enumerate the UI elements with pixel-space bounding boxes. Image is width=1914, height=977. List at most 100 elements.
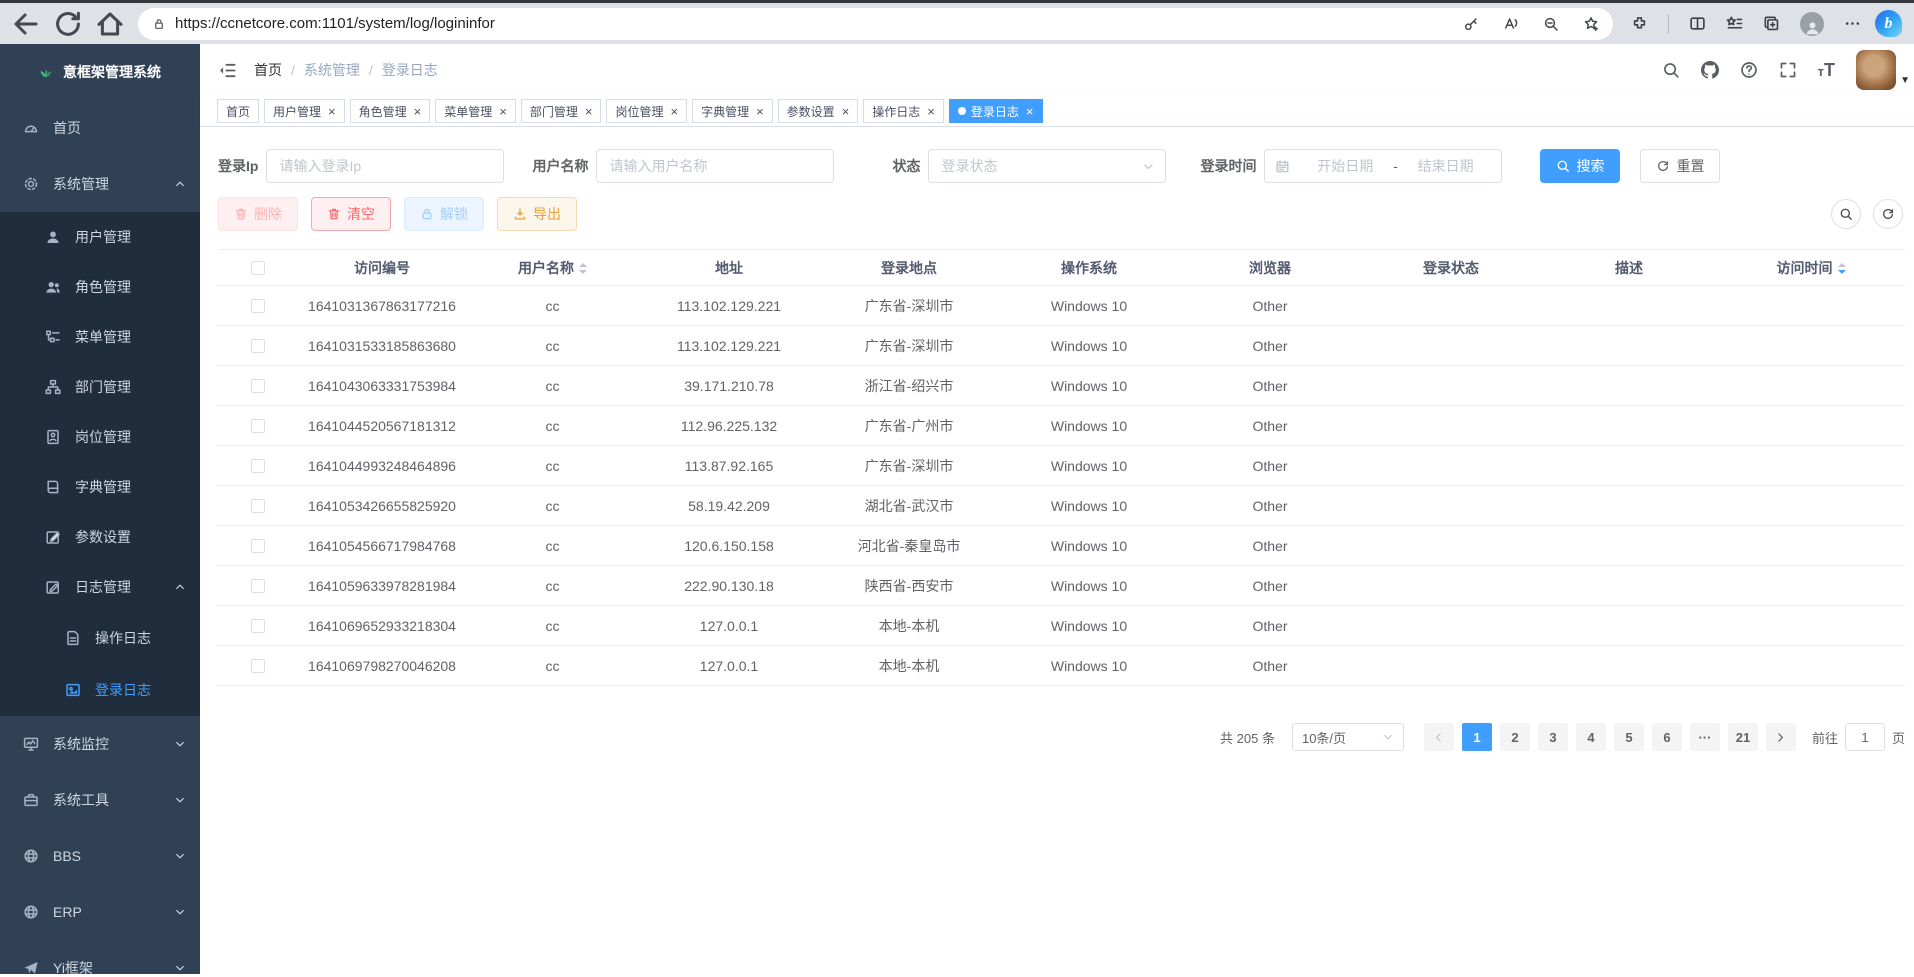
cell-desc	[1541, 366, 1717, 406]
unlock-button[interactable]: 解锁	[404, 197, 484, 231]
goto-page-input[interactable]	[1845, 723, 1885, 751]
page-1[interactable]: 1	[1462, 723, 1492, 751]
sidebar-item-yi-framework[interactable]: Yi框架	[0, 940, 200, 974]
browser-home-icon[interactable]	[94, 8, 126, 40]
app-logo[interactable]: 意框架管理系统	[0, 44, 200, 100]
sort-caret-icon[interactable]	[579, 263, 587, 274]
delete-button[interactable]: 删除	[218, 197, 298, 231]
sidebar-item-param-settings[interactable]: 参数设置	[0, 512, 200, 562]
copilot-icon[interactable]: b	[1875, 10, 1902, 37]
row-checkbox[interactable]	[251, 419, 265, 433]
tab-用户管理[interactable]: 用户管理×	[264, 99, 345, 123]
close-icon[interactable]: ×	[756, 105, 764, 118]
sidebar-item-operation-log[interactable]: 操作日志	[0, 612, 200, 664]
browser-more-icon[interactable]	[1844, 15, 1861, 32]
sidebar-item-sys-monitor[interactable]: 系统监控	[0, 716, 200, 772]
sidebar-item-bbs[interactable]: BBS	[0, 828, 200, 884]
zoom-out-icon[interactable]	[1543, 16, 1559, 32]
password-key-icon[interactable]	[1463, 16, 1479, 32]
tab-参数设置[interactable]: 参数设置×	[778, 99, 859, 123]
help-icon[interactable]	[1740, 61, 1758, 79]
page-4[interactable]: 4	[1576, 723, 1606, 751]
tab-首页[interactable]: 首页	[217, 99, 259, 123]
tab-部门管理[interactable]: 部门管理×	[521, 99, 602, 123]
sidebar-item-dept-mgmt[interactable]: 部门管理	[0, 362, 200, 412]
sidebar-item-post-mgmt[interactable]: 岗位管理	[0, 412, 200, 462]
close-icon[interactable]: ×	[1026, 105, 1034, 118]
sort-caret-icon[interactable]	[1838, 263, 1846, 274]
row-checkbox[interactable]	[251, 539, 265, 553]
page-2[interactable]: 2	[1500, 723, 1530, 751]
close-icon[interactable]: ×	[585, 105, 593, 118]
login-time-range-picker[interactable]: 开始日期 - 结束日期	[1264, 149, 1502, 183]
collections-icon[interactable]	[1763, 15, 1780, 32]
browser-back-icon[interactable]	[10, 8, 42, 40]
tab-岗位管理[interactable]: 岗位管理×	[606, 99, 687, 123]
tab-字典管理[interactable]: 字典管理×	[692, 99, 773, 123]
export-button[interactable]: 导出	[497, 197, 577, 231]
next-page-button[interactable]	[1766, 723, 1796, 751]
tab-登录日志[interactable]: 登录日志×	[949, 99, 1043, 123]
sidebar-item-role-mgmt[interactable]: 角色管理	[0, 262, 200, 312]
address-bar[interactable]: https://ccnetcore.com:1101/system/log/lo…	[138, 8, 1613, 40]
search-button[interactable]: 搜索	[1540, 149, 1620, 183]
fullscreen-icon[interactable]	[1779, 61, 1797, 79]
row-checkbox[interactable]	[251, 499, 265, 513]
split-screen-icon[interactable]	[1689, 15, 1706, 32]
close-icon[interactable]: ×	[927, 105, 935, 118]
sidebar-item-system-mgmt[interactable]: 系统管理	[0, 156, 200, 212]
close-icon[interactable]: ×	[670, 105, 678, 118]
prev-page-button[interactable]	[1424, 723, 1454, 751]
row-checkbox[interactable]	[251, 339, 265, 353]
sidebar-item-user-mgmt[interactable]: 用户管理	[0, 212, 200, 262]
close-icon[interactable]: ×	[842, 105, 850, 118]
page-3[interactable]: 3	[1538, 723, 1568, 751]
login-ip-input[interactable]	[266, 149, 504, 183]
header-search-icon[interactable]	[1662, 61, 1680, 79]
page-5[interactable]: 5	[1614, 723, 1644, 751]
pagination-ellipsis[interactable]: ···	[1690, 723, 1720, 751]
tab-角色管理[interactable]: 角色管理×	[350, 99, 431, 123]
row-checkbox[interactable]	[251, 659, 265, 673]
github-icon[interactable]	[1701, 61, 1719, 79]
reset-button[interactable]: 重置	[1640, 149, 1720, 183]
page-21[interactable]: 21	[1728, 723, 1758, 751]
extensions-icon[interactable]	[1631, 15, 1648, 32]
close-icon[interactable]: ×	[414, 105, 422, 118]
toggle-search-button[interactable]	[1831, 199, 1861, 229]
clear-button[interactable]: 清空	[311, 197, 391, 231]
row-checkbox[interactable]	[251, 379, 265, 393]
read-aloud-icon[interactable]	[1503, 16, 1519, 32]
row-checkbox[interactable]	[251, 459, 265, 473]
row-checkbox[interactable]	[251, 299, 265, 313]
tab-操作日志[interactable]: 操作日志×	[863, 99, 944, 123]
select-all-checkbox[interactable]	[251, 261, 265, 275]
sidebar-item-dict-mgmt[interactable]: 字典管理	[0, 462, 200, 512]
sidebar-item-sys-tools[interactable]: 系统工具	[0, 772, 200, 828]
sidebar-item-menu-mgmt[interactable]: 菜单管理	[0, 312, 200, 362]
refresh-table-button[interactable]	[1873, 199, 1903, 229]
user-avatar[interactable]: ▼	[1856, 50, 1896, 90]
site-info-lock-icon[interactable]	[152, 17, 166, 31]
page-6[interactable]: 6	[1652, 723, 1682, 751]
sidebar-item-erp[interactable]: ERP	[0, 884, 200, 940]
tab-菜单管理[interactable]: 菜单管理×	[435, 99, 516, 123]
row-checkbox[interactable]	[251, 619, 265, 633]
browser-reload-icon[interactable]	[52, 8, 84, 40]
sidebar-item-home[interactable]: 首页	[0, 100, 200, 156]
breadcrumb-item[interactable]: 首页	[254, 60, 282, 80]
close-icon[interactable]: ×	[328, 105, 336, 118]
status-select[interactable]: 登录状态	[928, 149, 1166, 183]
close-icon[interactable]: ×	[499, 105, 507, 118]
status-select-placeholder: 登录状态	[941, 156, 997, 176]
sidebar-toggle-icon[interactable]	[218, 61, 237, 80]
page-size-select[interactable]: 10条/页	[1292, 723, 1404, 751]
favorites-bar-icon[interactable]	[1726, 15, 1743, 32]
add-favorite-star-icon[interactable]	[1583, 16, 1599, 32]
sidebar-item-log-mgmt[interactable]: 日志管理	[0, 562, 200, 612]
user-name-input[interactable]	[596, 149, 834, 183]
browser-profile-avatar[interactable]	[1800, 12, 1824, 36]
sidebar-item-login-log[interactable]: 登录日志	[0, 664, 200, 716]
row-checkbox[interactable]	[251, 579, 265, 593]
font-size-icon[interactable]: тT	[1818, 60, 1835, 81]
